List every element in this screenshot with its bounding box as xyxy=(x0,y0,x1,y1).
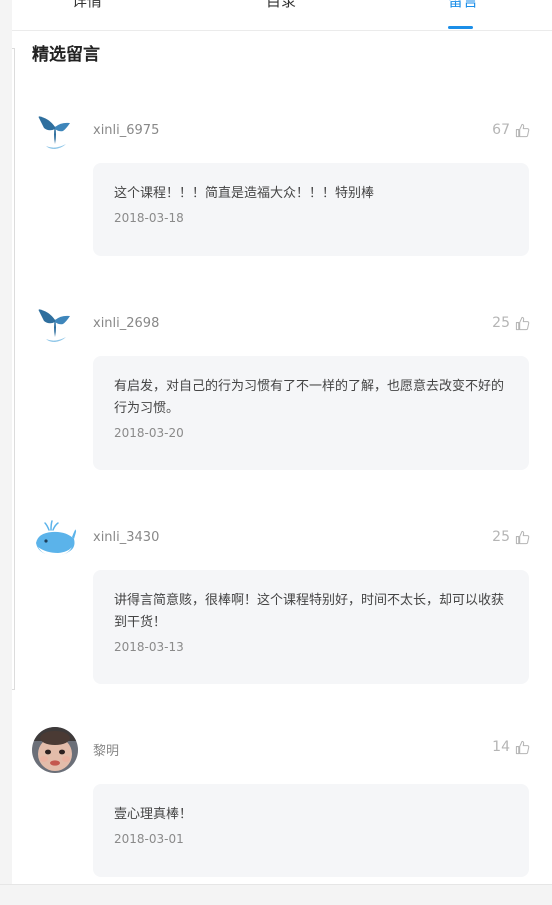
comment-username: 黎明 xyxy=(93,744,120,759)
thumbs-up-icon xyxy=(515,123,530,138)
like-count: 14 xyxy=(492,739,510,755)
comments-card: 详情 目录 留言 精选留言 xinli_6975 67 这个课程！！！简直是造福… xyxy=(12,0,552,884)
comment-bubble: 讲得言简意赅，很棒啊！这个课程特别好，时间不太长，却可以收获到干货！ 2018-… xyxy=(93,570,529,684)
comment-date: 2018-03-18 xyxy=(114,211,184,225)
like-button[interactable]: 25 xyxy=(492,529,530,545)
baby-photo-avatar[interactable] xyxy=(32,727,78,773)
like-button[interactable]: 25 xyxy=(492,315,530,331)
page-footer xyxy=(0,884,552,905)
comment-text: 壹心理真棒！ xyxy=(114,807,193,822)
like-count: 25 xyxy=(492,315,510,331)
scroll-rail xyxy=(12,48,15,690)
comment-text: 讲得言简意赅，很棒啊！这个课程特别好，时间不太长，却可以收获到干货！ xyxy=(114,593,505,630)
comment-username: xinli_2698 xyxy=(93,316,160,331)
like-count: 67 xyxy=(492,122,510,138)
comment-username: xinli_6975 xyxy=(93,123,160,138)
comment-bubble: 有启发，对自己的行为习惯有了不一样的了解，也愿意去改变不好的行为习惯。 2018… xyxy=(93,356,529,470)
comment-text: 有启发，对自己的行为习惯有了不一样的了解，也愿意去改变不好的行为习惯。 xyxy=(114,379,505,416)
like-count: 25 xyxy=(492,529,510,545)
whale-tail-icon[interactable] xyxy=(32,303,78,349)
tab-bar: 详情 目录 留言 xyxy=(12,0,552,31)
thumbs-up-icon xyxy=(515,316,530,331)
comment-bubble: 壹心理真棒！ 2018-03-01 xyxy=(93,784,529,877)
tab-details[interactable]: 详情 xyxy=(72,0,102,11)
whale-tail-icon[interactable] xyxy=(32,110,78,156)
thumbs-up-icon xyxy=(515,740,530,755)
comment-text: 这个课程！！！简直是造福大众！！！特别棒 xyxy=(114,186,375,201)
tab-catalog[interactable]: 目录 xyxy=(266,0,296,11)
thumbs-up-icon xyxy=(515,530,530,545)
tab-comments[interactable]: 留言 xyxy=(448,0,478,11)
like-button[interactable]: 14 xyxy=(492,739,530,755)
comment-date: 2018-03-13 xyxy=(114,640,184,654)
whale-icon[interactable] xyxy=(32,517,78,563)
comment-date: 2018-03-01 xyxy=(114,832,184,846)
comment-bubble: 这个课程！！！简直是造福大众！！！特别棒 2018-03-18 xyxy=(93,163,529,256)
section-title: 精选留言 xyxy=(32,45,100,65)
like-button[interactable]: 67 xyxy=(492,122,530,138)
comment-date: 2018-03-20 xyxy=(114,426,184,440)
comment-username: xinli_3430 xyxy=(93,530,160,545)
active-tab-indicator xyxy=(448,26,473,29)
